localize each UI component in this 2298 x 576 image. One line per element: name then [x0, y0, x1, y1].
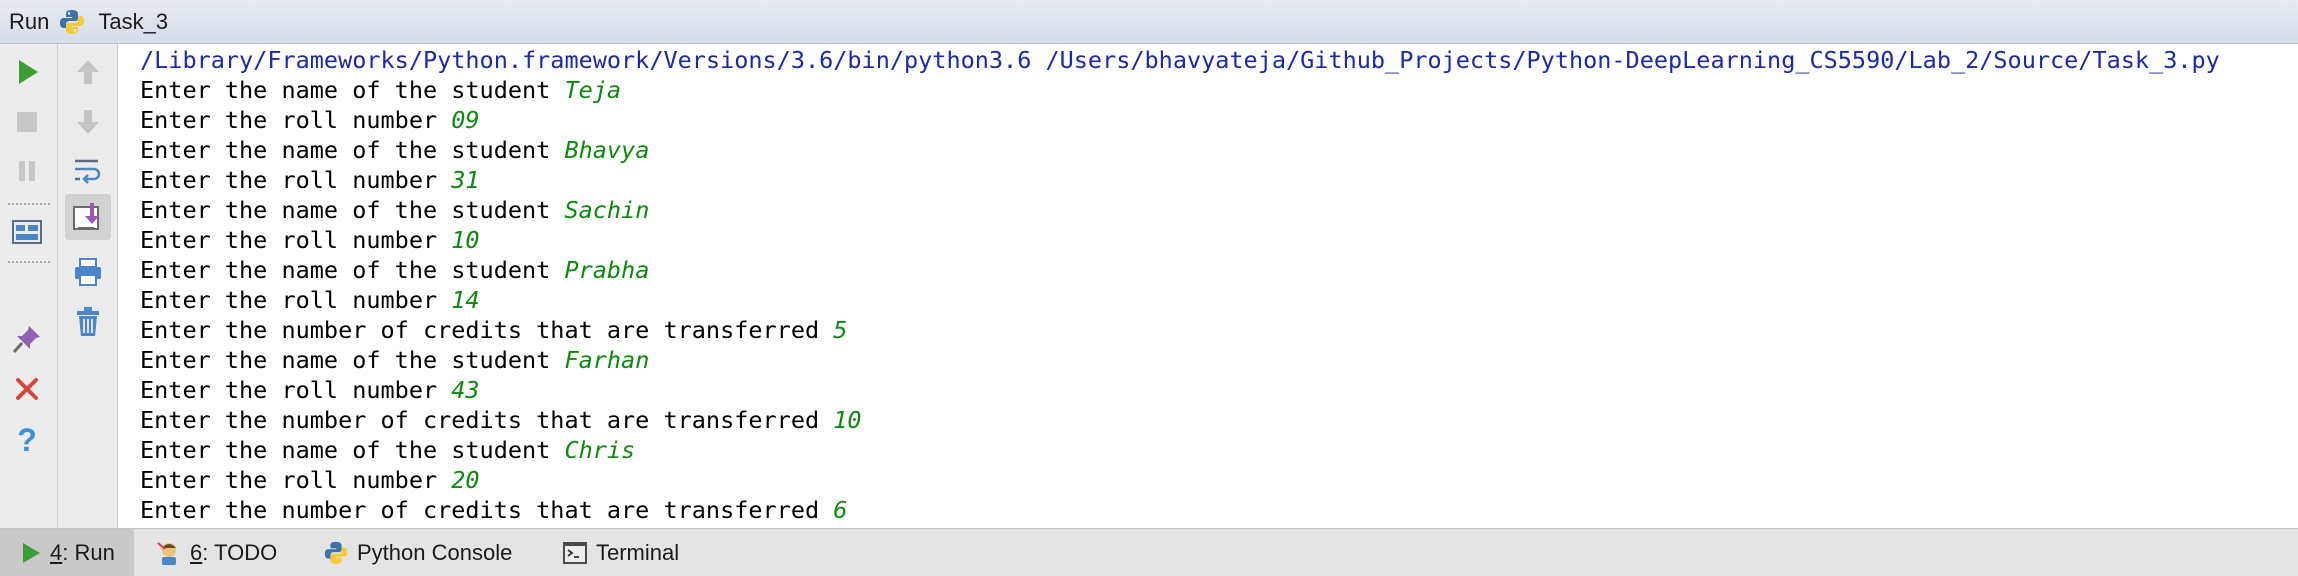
- console-line: Enter the roll number 31: [140, 165, 480, 195]
- console-line: Enter the name of the student Sachin: [140, 195, 649, 225]
- tab-run-mnemonic: 4: [50, 539, 63, 565]
- console-line: Enter the name of the student Bhavya: [140, 135, 649, 165]
- rerun-button[interactable]: [7, 52, 47, 92]
- toolbar-separator: [8, 261, 50, 263]
- pause-icon: [19, 161, 35, 181]
- trash-icon: [77, 307, 99, 336]
- soft-wrap-icon: [75, 159, 101, 184]
- user-input: 09: [451, 106, 480, 134]
- toolbar-separator: [8, 203, 50, 205]
- user-input: Bhavya: [564, 136, 650, 164]
- pin-icon: [12, 326, 40, 353]
- tab-todo[interactable]: 6: TODO: [156, 529, 277, 576]
- run-toolbar-primary: ?: [0, 44, 58, 528]
- console-line: Enter the number of credits that are tra…: [140, 405, 862, 435]
- user-input: 5: [833, 316, 848, 344]
- user-input: 31: [451, 166, 480, 194]
- help-button[interactable]: ?: [7, 419, 47, 459]
- console-prompt: Enter the roll number: [140, 466, 452, 494]
- console-prompt: Enter the number of credits that are tra…: [140, 316, 834, 344]
- pause-button[interactable]: [7, 151, 47, 191]
- terminal-icon: [563, 541, 587, 564]
- close-run-button[interactable]: [7, 369, 47, 409]
- tab-run[interactable]: 4: Run: [0, 529, 134, 576]
- run-window-title: Run: [9, 8, 50, 34]
- console-line: Enter the roll number 43: [140, 375, 480, 405]
- console-prompt: Enter the name of the student: [140, 196, 565, 224]
- console-output[interactable]: /Library/Frameworks/Python.framework/Ver…: [118, 44, 2298, 528]
- clear-all-button[interactable]: [68, 302, 108, 342]
- next-occurrence-button[interactable]: [68, 102, 108, 142]
- tab-todo-mnemonic: 6: [190, 539, 203, 565]
- console-prompt: Enter the number of credits that are tra…: [140, 406, 834, 434]
- console-prompt: Enter the number of credits that are tra…: [140, 496, 834, 524]
- console-line: Enter the name of the student Teja: [140, 75, 621, 105]
- help-icon: ?: [17, 423, 37, 455]
- run-toolbar-secondary: [58, 44, 118, 528]
- console-line: Enter the roll number 10: [140, 225, 480, 255]
- run-icon: [23, 542, 40, 563]
- console-line: Enter the roll number 20: [140, 465, 480, 495]
- console-line: Enter the name of the student Prabha: [140, 255, 649, 285]
- console-line: Enter the name of the student Farhan: [140, 345, 649, 375]
- command-line: /Library/Frameworks/Python.framework/Ver…: [140, 46, 2220, 74]
- user-input: 6: [833, 496, 848, 524]
- console-prompt: Enter the name of the student: [140, 346, 565, 374]
- user-input: 14: [451, 286, 480, 314]
- tab-run-label: : Run: [62, 539, 115, 565]
- close-icon: [16, 378, 38, 400]
- tab-terminal-label: Terminal: [596, 539, 680, 565]
- console-prompt: Enter the name of the student: [140, 436, 565, 464]
- soft-wrap-button[interactable]: [68, 151, 108, 191]
- user-input: Teja: [564, 76, 622, 104]
- tab-python-console[interactable]: Python Console: [323, 529, 512, 576]
- console-prompt: Enter the name of the student: [140, 76, 565, 104]
- console-prompt: Enter the roll number: [140, 286, 452, 314]
- run-icon: [19, 60, 38, 84]
- console-prompt: Enter the name of the student: [140, 136, 565, 164]
- svg-text:?: ?: [17, 423, 37, 455]
- run-config-name[interactable]: Task_3: [98, 9, 168, 35]
- stop-icon: [17, 112, 37, 132]
- tab-python-console-label: Python Console: [357, 539, 513, 565]
- console-prompt: Enter the name of the student: [140, 256, 565, 284]
- console-line: Enter the name of the student Chris: [140, 435, 635, 465]
- pin-tab-button[interactable]: [7, 319, 47, 359]
- user-input: 10: [451, 226, 480, 254]
- up-arrow-icon: [77, 60, 99, 84]
- console-prompt: Enter the roll number: [140, 106, 452, 134]
- run-window-header: Run Task_3: [0, 0, 2298, 44]
- scroll-to-end-icon: [73, 203, 99, 230]
- scroll-to-end-button[interactable]: [65, 194, 111, 240]
- console-prompt: Enter the roll number: [140, 166, 452, 194]
- print-icon: [75, 258, 101, 286]
- restore-layout-button[interactable]: [7, 212, 47, 252]
- python-console-icon: [324, 541, 348, 564]
- print-button[interactable]: [68, 252, 108, 292]
- console-prompt: Enter the roll number: [140, 226, 452, 254]
- console-prompt: Enter the roll number: [140, 376, 452, 404]
- user-input: Farhan: [564, 346, 650, 374]
- python-icon: [58, 8, 86, 36]
- layout-icon: [12, 220, 42, 244]
- console-line: Enter the roll number 14: [140, 285, 480, 315]
- user-input: Prabha: [564, 256, 650, 284]
- user-input: 43: [451, 376, 480, 404]
- tool-window-bar: 4: Run 6: TODO Python Console Terminal: [0, 528, 2298, 576]
- todo-icon: [157, 541, 176, 565]
- user-input: 20: [451, 466, 480, 494]
- user-input: Chris: [564, 436, 636, 464]
- user-input: 10: [833, 406, 862, 434]
- console-line: Enter the number of credits that are tra…: [140, 495, 847, 525]
- down-arrow-icon: [77, 110, 99, 134]
- tab-terminal[interactable]: Terminal: [562, 529, 679, 576]
- tab-todo-label: : TODO: [202, 539, 278, 565]
- user-input: Sachin: [564, 196, 650, 224]
- stop-button[interactable]: [7, 102, 47, 142]
- console-line: Enter the roll number 09: [140, 105, 480, 135]
- console-line: Enter the number of credits that are tra…: [140, 315, 847, 345]
- previous-occurrence-button[interactable]: [68, 52, 108, 92]
